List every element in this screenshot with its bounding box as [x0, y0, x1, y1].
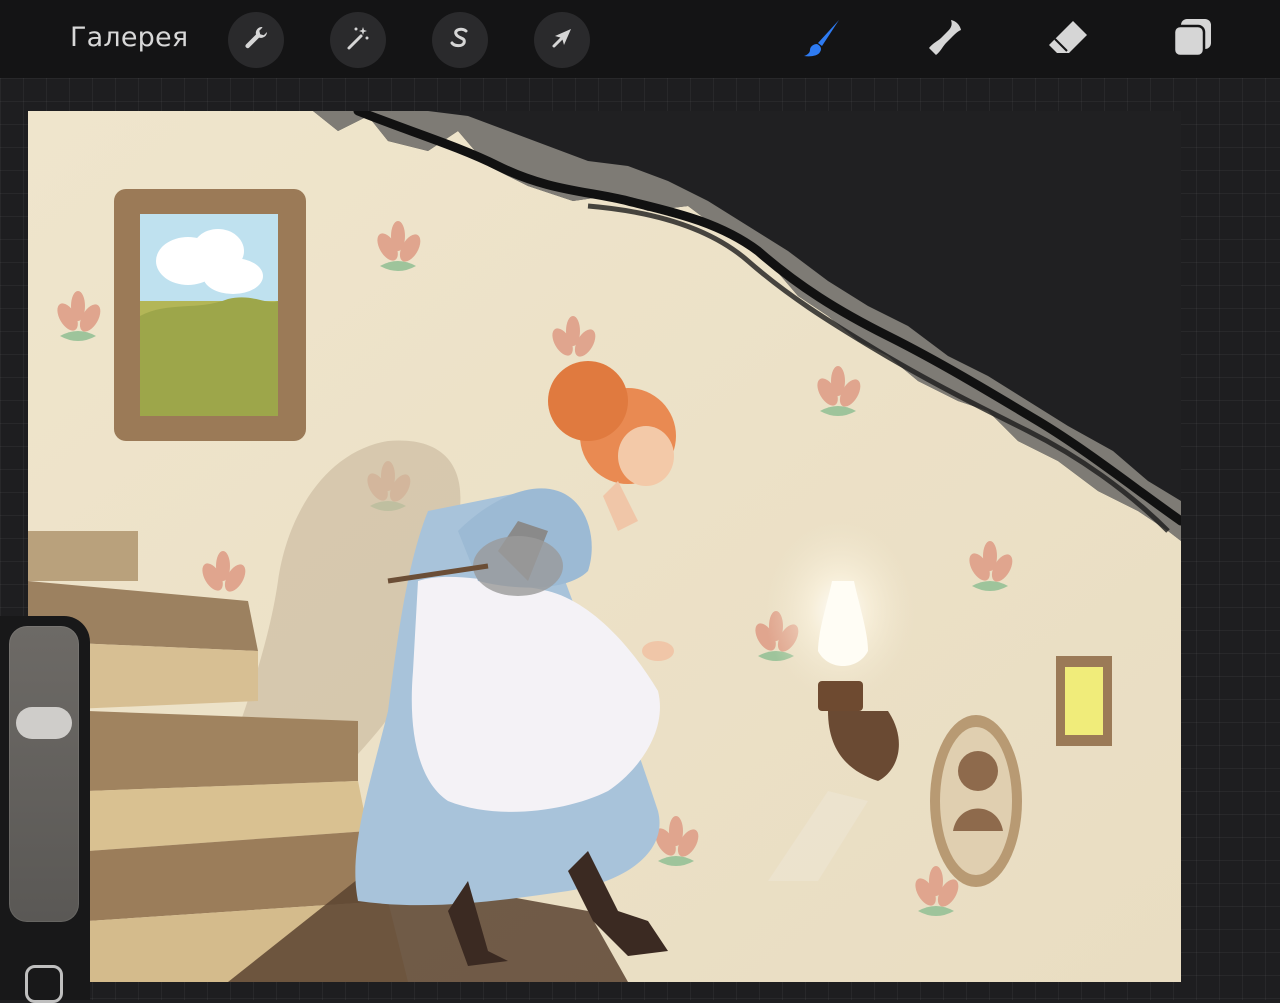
modify-button[interactable] [25, 965, 63, 1003]
paint-tool[interactable] [796, 14, 848, 66]
eraser-tool[interactable] [1042, 14, 1094, 66]
magic-wand-icon [342, 22, 374, 58]
eraser-icon [1045, 15, 1091, 65]
arrow-cursor-icon [546, 22, 578, 58]
smudge-tool[interactable] [918, 14, 970, 66]
illustration-artwork [28, 111, 1181, 982]
brush-size-thumb[interactable] [16, 707, 72, 740]
wrench-icon [240, 22, 272, 58]
adjustments-button[interactable] [330, 12, 386, 68]
top-toolbar: Галерея [0, 0, 1280, 78]
selection-s-icon [444, 22, 476, 58]
brush-size-slider[interactable] [9, 626, 79, 922]
layers-icon [1169, 15, 1215, 65]
drawing-canvas[interactable] [28, 111, 1181, 982]
brush-icon [799, 15, 845, 65]
window-picture [114, 189, 306, 441]
smudge-icon [921, 15, 967, 65]
transform-button[interactable] [534, 12, 590, 68]
small-frame [1056, 656, 1112, 746]
side-brush-controls [0, 616, 90, 1003]
selection-button[interactable] [432, 12, 488, 68]
gallery-button[interactable]: Галерея [70, 22, 188, 53]
layers-tool[interactable] [1166, 14, 1218, 66]
actions-button[interactable] [228, 12, 284, 68]
oval-portrait [930, 715, 1022, 887]
